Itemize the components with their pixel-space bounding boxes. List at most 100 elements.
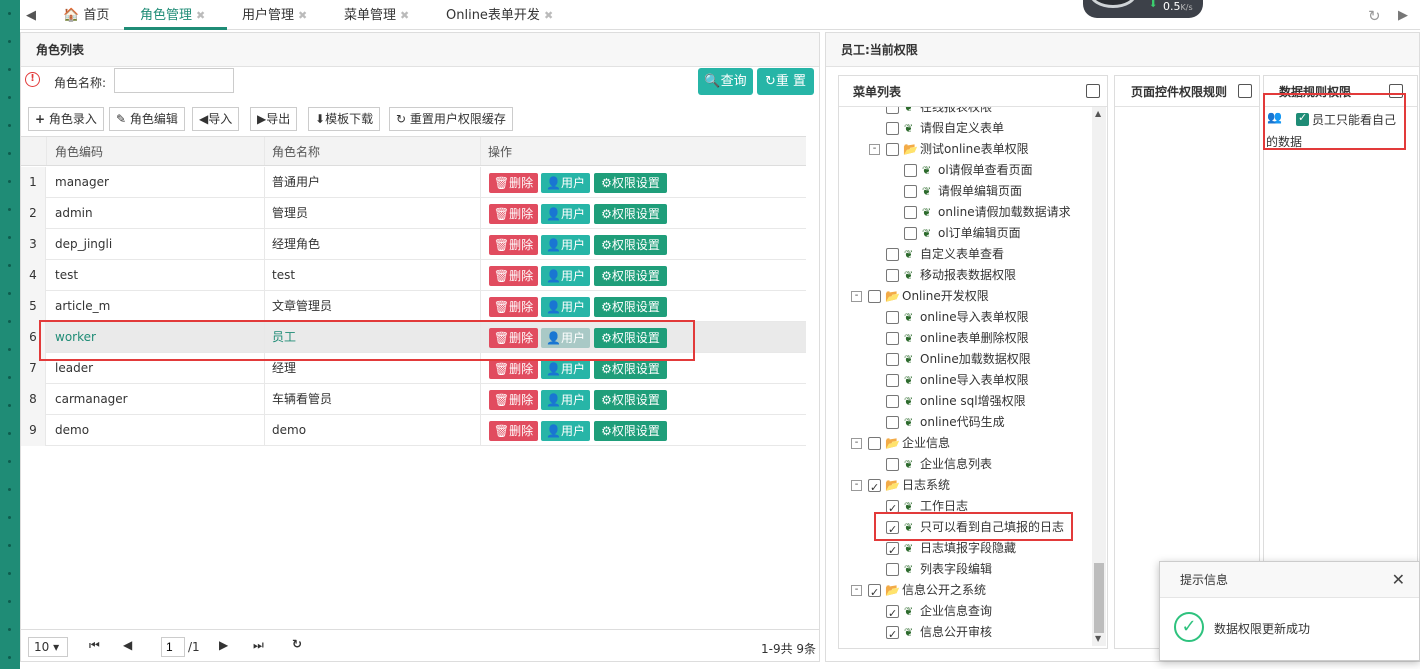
collapse-icon[interactable]: - [851,585,862,596]
collapse-icon[interactable]: - [851,438,862,449]
tree-checkbox[interactable] [886,416,899,429]
tree-checkbox[interactable] [886,458,899,471]
tree-checkbox[interactable] [868,437,881,450]
user-button[interactable]: 👤用户 [541,390,590,410]
delete-button[interactable]: 🗑删除 [489,297,538,317]
tab-home[interactable]: 🏠 首页 [63,0,109,30]
permission-settings-button[interactable]: ⚙权限设置 [594,266,667,286]
refresh-icon[interactable]: ↻ [1368,0,1381,30]
tree-node[interactable]: ❦ 在线报表权限 [840,107,1090,118]
tree-node[interactable]: ❦ 移动报表数据权限 [840,265,1090,286]
tree-checkbox[interactable] [886,374,899,387]
tree-node[interactable]: ❦ 请假单编辑页面 [840,181,1090,202]
collapse-icon[interactable]: - [869,144,880,155]
tree-node[interactable]: ❦ 信息公开审核 [840,622,1090,645]
col-role-code[interactable]: 角色编码 [55,137,103,167]
edit-role-button[interactable]: ✎ 角色编辑 [109,107,185,131]
next-page-icon[interactable]: ▶ [219,638,228,652]
tree-node[interactable]: - 📂 企业信息 [840,433,1090,454]
user-button[interactable]: 👤用户 [541,421,590,441]
tree-node[interactable]: ❦ 自定义表单查看 [840,244,1090,265]
tree-checkbox[interactable] [868,290,881,303]
scroll-thumb[interactable] [1094,563,1104,633]
tree-checkbox[interactable] [904,164,917,177]
tree-node[interactable]: ❦ 企业信息查询 [840,601,1090,624]
tree-checkbox[interactable] [886,563,899,576]
table-row[interactable]: 3 dep_jingli 经理角色 🗑删除 👤用户 ⚙权限设置 [21,229,806,260]
tree-node[interactable]: ❦ Online加载数据权限 [840,349,1090,370]
tree-checkbox[interactable] [904,185,917,198]
tree-node[interactable]: ❦ online代码生成 [840,412,1090,433]
tree-checkbox[interactable] [886,540,899,561]
tab-next-button[interactable]: ▶ [1398,0,1408,30]
user-button[interactable]: 👤用户 [541,297,590,317]
tree-node[interactable]: ❦ 日志填报字段隐藏 [840,538,1090,561]
tree-node[interactable]: ❦ online sql增强权限 [840,391,1090,412]
delete-button[interactable]: 🗑删除 [489,173,538,193]
delete-button[interactable]: 🗑删除 [489,266,538,286]
page-input[interactable] [161,637,185,657]
template-download-button[interactable]: ⬇模板下载 [308,107,381,131]
col-role-name[interactable]: 角色名称 [272,137,320,167]
tree-node[interactable]: ❦ online表单删除权限 [840,328,1090,349]
table-row[interactable]: 8 carmanager 车辆看管员 🗑删除 👤用户 ⚙权限设置 [21,384,806,415]
tree-node[interactable]: ❦ 请假自定义表单 [840,118,1090,139]
tab-menu-management[interactable]: 菜单管理 ✖ [344,0,409,30]
tree-scrollbar[interactable]: ▲ ▼ [1092,107,1106,646]
table-row[interactable]: 1 manager 普通用户 🗑删除 👤用户 ⚙权限设置 [21,167,806,198]
query-button[interactable]: 🔍查询 [698,68,753,95]
tree-node[interactable]: ❦ 列表字段编辑 [840,559,1090,580]
permission-settings-button[interactable]: ⚙权限设置 [594,204,667,224]
reset-permission-cache-button[interactable]: ↻ 重置用户权限缓存 [389,107,513,131]
first-page-icon[interactable]: ⏮ [89,638,100,653]
table-row[interactable]: 2 admin 管理员 🗑删除 👤用户 ⚙权限设置 [21,198,806,229]
permission-settings-button[interactable]: ⚙权限设置 [594,390,667,410]
tree-checkbox[interactable] [886,332,899,345]
close-icon[interactable]: ✖ [196,9,205,22]
tree-node[interactable]: ❦ 企业信息列表 [840,454,1090,475]
tree-node[interactable]: - 📂 Online开发权限 [840,286,1090,307]
tab-user-management[interactable]: 用户管理 ✖ [242,0,307,30]
table-row[interactable]: 9 demo demo 🗑删除 👤用户 ⚙权限设置 [21,415,806,446]
delete-button[interactable]: 🗑删除 [489,359,538,379]
tree-checkbox[interactable] [868,582,881,603]
reload-icon[interactable]: ↻ [292,637,302,651]
permission-settings-button[interactable]: ⚙权限设置 [594,359,667,379]
reset-button[interactable]: ↻重 置 [757,68,814,95]
tree-checkbox[interactable] [886,353,899,366]
save-icon[interactable] [1086,84,1100,98]
tree-checkbox[interactable] [886,624,899,645]
tree-checkbox[interactable] [886,143,899,156]
tree-checkbox[interactable] [868,477,881,498]
tree-checkbox[interactable] [886,311,899,324]
tree-node[interactable]: - 📂 测试online表单权限 [840,139,1090,160]
tree-checkbox[interactable] [904,227,917,240]
close-icon[interactable]: ✖ [400,9,409,22]
tab-role-management[interactable]: 角色管理 ✖ [124,0,227,30]
tab-online-form[interactable]: Online表单开发 ✖ [446,0,553,30]
user-button[interactable]: 👤用户 [541,235,590,255]
table-row[interactable]: 5 article_m 文章管理员 🗑删除 👤用户 ⚙权限设置 [21,291,806,322]
delete-button[interactable]: 🗑删除 [489,204,538,224]
delete-button[interactable]: 🗑删除 [489,235,538,255]
user-button[interactable]: 👤用户 [541,266,590,286]
tree-checkbox[interactable] [886,395,899,408]
user-button[interactable]: 👤用户 [541,204,590,224]
user-button[interactable]: 👤用户 [541,173,590,193]
permission-settings-button[interactable]: ⚙权限设置 [594,297,667,317]
add-role-button[interactable]: + 角色录入 [28,107,104,131]
permission-settings-button[interactable]: ⚙权限设置 [594,235,667,255]
tree-node[interactable]: - 📂日志系统 [840,475,1090,498]
close-icon[interactable]: ✖ [298,9,307,22]
tree-node[interactable]: ❦ online导入表单权限 [840,307,1090,328]
collapse-icon[interactable]: - [851,291,862,302]
collapse-icon[interactable]: - [851,480,862,491]
role-name-input[interactable] [114,68,234,93]
import-button[interactable]: ◀导入 [192,107,240,131]
tree-node[interactable]: ❦ online导入表单权限 [840,370,1090,391]
table-row[interactable]: 4 test test 🗑删除 👤用户 ⚙权限设置 [21,260,806,291]
tree-checkbox[interactable] [886,603,899,624]
tree-node[interactable]: - 📂信息公开之系统 [840,580,1090,603]
tab-prev-button[interactable]: ◀ [26,0,36,30]
user-button[interactable]: 👤用户 [541,359,590,379]
